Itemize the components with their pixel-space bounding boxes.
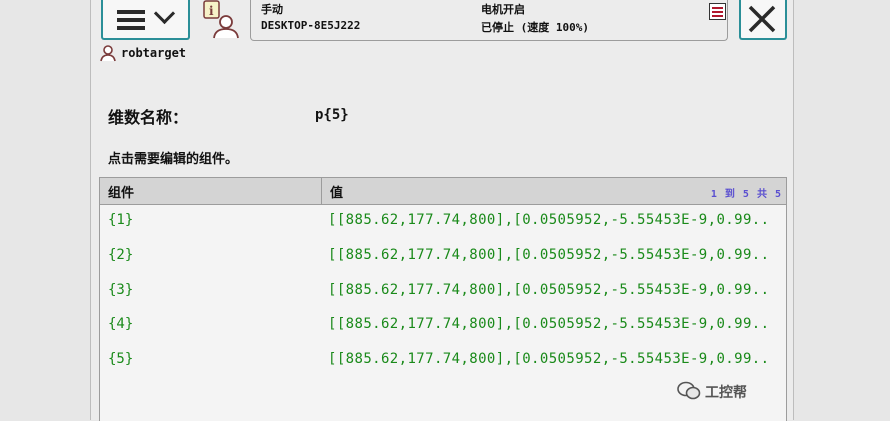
operator-info-icon[interactable]: i xyxy=(201,0,243,40)
person-icon xyxy=(100,45,116,62)
table-row[interactable]: {2} [[885.62,177.74,800],[0.0505952,-5.5… xyxy=(100,240,786,274)
breadcrumb: robtarget xyxy=(99,44,186,64)
pagination-info: 1 到 5 共 5 xyxy=(710,189,782,200)
status-bar[interactable]: 手动 DESKTOP-8E5J222 电机开启 已停止 (速度 100%) xyxy=(250,0,728,41)
flexpendant-window: i 手动 DESKTOP-8E5J222 电机开启 已停止 (速度 100%) xyxy=(90,0,794,421)
value-cell: [[885.62,177.74,800],[0.0505952,-5.55453… xyxy=(328,316,770,332)
column-header-value[interactable]: 值 1 到 5 共 5 xyxy=(322,178,786,205)
run-status: 已停止 (速度 100%) xyxy=(481,21,589,34)
column-header-component[interactable]: 组件 xyxy=(100,178,322,205)
column-header-label: 值 xyxy=(330,186,344,201)
table-row[interactable]: {3} [[885.62,177.74,800],[0.0505952,-5.5… xyxy=(100,275,786,309)
column-header-label: 组件 xyxy=(108,186,135,201)
main-menu-button[interactable] xyxy=(101,0,190,40)
component-cell: {5} xyxy=(108,351,134,367)
value-cell: [[885.62,177.74,800],[0.0505952,-5.55453… xyxy=(328,282,770,298)
table-row[interactable]: {1} [[885.62,177.74,800],[0.0505952,-5.5… xyxy=(100,205,786,239)
left-margin xyxy=(0,0,90,420)
svg-text:i: i xyxy=(209,4,214,18)
instruction-text: 点击需要编辑的组件。 xyxy=(108,152,239,167)
value-cell: [[885.62,177.74,800],[0.0505952,-5.55453… xyxy=(328,247,770,263)
close-button[interactable] xyxy=(739,0,787,40)
table-row[interactable]: {4} [[885.62,177.74,800],[0.0505952,-5.5… xyxy=(100,309,786,343)
dimension-value: p{5} xyxy=(315,107,349,123)
top-bar: i 手动 DESKTOP-8E5J222 电机开启 已停止 (速度 100%) xyxy=(91,0,793,42)
breadcrumb-label: robtarget xyxy=(121,46,187,60)
close-icon xyxy=(748,5,776,33)
mode-text: 手动 xyxy=(261,3,283,16)
chevron-down-icon xyxy=(153,2,176,25)
motor-status: 电机开启 xyxy=(481,3,525,16)
component-cell: {3} xyxy=(108,282,134,298)
dimension-label: 维数名称： xyxy=(108,108,189,127)
value-cell: [[885.62,177.74,800],[0.0505952,-5.55453… xyxy=(328,351,770,367)
table-row[interactable]: {5} [[885.62,177.74,800],[0.0505952,-5.5… xyxy=(100,344,786,378)
right-margin xyxy=(792,0,890,420)
component-cell: {1} xyxy=(108,212,134,228)
value-cell: [[885.62,177.74,800],[0.0505952,-5.55453… xyxy=(328,212,770,228)
hamburger-icon xyxy=(117,10,145,30)
watermark-text: 工控帮 xyxy=(705,385,747,401)
controller-name: DESKTOP-8E5J222 xyxy=(261,19,361,32)
event-log-icon xyxy=(709,3,726,20)
wechat-icon xyxy=(677,381,701,400)
component-cell: {2} xyxy=(108,247,134,263)
component-cell: {4} xyxy=(108,316,134,332)
